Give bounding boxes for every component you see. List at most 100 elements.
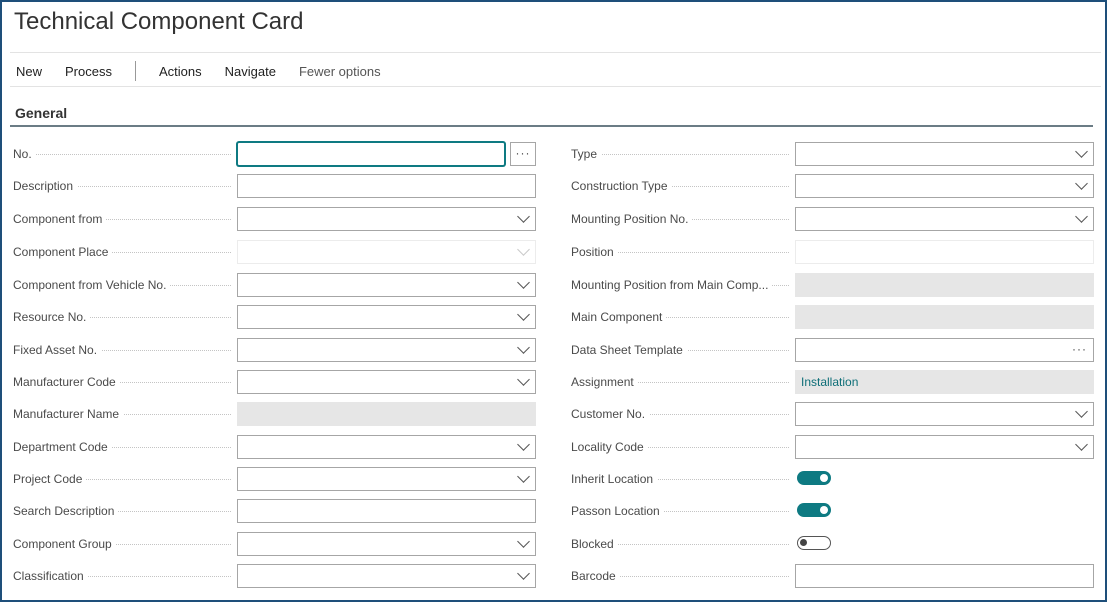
construction-type-select[interactable] <box>795 174 1094 198</box>
field-row-passon-location: Passon Location <box>571 499 1095 523</box>
project-code-select[interactable] <box>237 467 536 491</box>
field-row-component-place: Component Place <box>13 240 536 264</box>
resource-no-select[interactable] <box>237 305 536 329</box>
field-row-department-code: Department Code <box>13 435 536 459</box>
chevron-down-icon <box>517 373 530 386</box>
field-row-mounting-main: Mounting Position from Main Comp... <box>571 273 1095 297</box>
chevron-down-icon <box>517 341 530 354</box>
field-label: Component from Vehicle No. <box>13 278 171 292</box>
field-label: Classification <box>13 569 88 583</box>
blocked-toggle[interactable] <box>797 536 831 550</box>
section-title-general[interactable]: General <box>15 105 67 121</box>
field-row-position: Position <box>571 240 1095 264</box>
fewer-options-button[interactable]: Fewer options <box>299 64 381 79</box>
main-component-field <box>795 305 1094 329</box>
field-row-customer-no: Customer No. <box>571 402 1095 426</box>
field-row-main-component: Main Component <box>571 305 1095 329</box>
type-select[interactable] <box>795 142 1094 166</box>
chevron-down-icon <box>1075 210 1088 223</box>
no-input[interactable] <box>237 142 505 166</box>
customer-no-select[interactable] <box>795 402 1094 426</box>
field-row-barcode: Barcode <box>571 564 1095 588</box>
actions-button[interactable]: Actions <box>159 64 202 79</box>
chevron-down-icon <box>1075 177 1088 190</box>
component-group-select[interactable] <box>237 532 536 556</box>
field-row-resource-no: Resource No. <box>13 305 536 329</box>
field-label: Assignment <box>571 375 638 389</box>
barcode-input[interactable] <box>795 564 1094 588</box>
divider <box>10 52 1101 53</box>
lookup-button[interactable]: ··· <box>510 142 536 166</box>
chevron-down-icon <box>517 567 530 580</box>
field-label: Type <box>571 147 602 161</box>
chevron-down-icon <box>517 243 530 256</box>
locality-code-select[interactable] <box>795 435 1094 459</box>
field-label: Main Component <box>571 310 667 324</box>
manufacturer-code-select[interactable] <box>237 370 536 394</box>
manufacturer-name-field <box>237 402 536 426</box>
field-row-fixed-asset: Fixed Asset No. <box>13 338 536 362</box>
field-label: Blocked <box>571 537 618 551</box>
field-label: Mounting Position No. <box>571 212 693 226</box>
field-row-manufacturer-code: Manufacturer Code <box>13 370 536 394</box>
field-row-mounting-position: Mounting Position No. <box>571 207 1095 231</box>
component-place-select <box>237 240 536 264</box>
page-title: Technical Component Card <box>14 8 304 35</box>
field-row-component-from: Component from <box>13 207 536 231</box>
field-label: Data Sheet Template <box>571 343 687 357</box>
fixed-asset-select[interactable] <box>237 338 536 362</box>
field-row-inherit-location: Inherit Location <box>571 467 1095 491</box>
position-field <box>795 240 1094 264</box>
ellipsis-icon[interactable]: ··· <box>1072 339 1087 359</box>
mounting-main-field <box>795 273 1094 297</box>
field-label: Locality Code <box>571 440 648 454</box>
chevron-down-icon <box>517 438 530 451</box>
chevron-down-icon <box>1075 438 1088 451</box>
mounting-position-select[interactable] <box>795 207 1094 231</box>
field-label: Manufacturer Code <box>13 375 120 389</box>
field-row-type: Type <box>571 142 1095 166</box>
field-label: No. <box>13 147 36 161</box>
field-row-component-vehicle: Component from Vehicle No. <box>13 273 536 297</box>
field-label: Manufacturer Name <box>13 407 124 421</box>
chevron-down-icon <box>517 308 530 321</box>
department-code-select[interactable] <box>237 435 536 459</box>
process-button[interactable]: Process <box>65 64 112 79</box>
field-row-description: Description <box>13 174 536 198</box>
chevron-down-icon <box>517 276 530 289</box>
chevron-down-icon <box>1075 405 1088 418</box>
divider <box>10 125 1093 127</box>
passon-location-toggle[interactable] <box>797 503 831 517</box>
field-label: Barcode <box>571 569 620 583</box>
action-bar: New Process Actions Navigate Fewer optio… <box>16 61 404 81</box>
field-label: Description <box>13 179 78 193</box>
component-from-select[interactable] <box>237 207 536 231</box>
field-label: Resource No. <box>13 310 91 324</box>
chevron-down-icon <box>517 470 530 483</box>
chevron-down-icon <box>1075 145 1088 158</box>
field-row-assignment: Assignment Installation <box>571 370 1095 394</box>
description-input[interactable] <box>237 174 536 198</box>
field-label: Search Description <box>13 504 119 518</box>
field-label: Position <box>571 245 618 259</box>
classification-select[interactable] <box>237 564 536 588</box>
field-row-classification: Classification <box>13 564 536 588</box>
field-label: Department Code <box>13 440 112 454</box>
component-vehicle-select[interactable] <box>237 273 536 297</box>
field-row-data-sheet: Data Sheet Template ··· <box>571 338 1095 362</box>
field-row-blocked: Blocked <box>571 532 1095 556</box>
inherit-location-toggle[interactable] <box>797 471 831 485</box>
search-description-input[interactable] <box>237 499 536 523</box>
page-frame: Technical Component Card New Process Act… <box>0 0 1107 602</box>
field-label: Mounting Position from Main Comp... <box>571 278 773 292</box>
new-button[interactable]: New <box>16 64 42 79</box>
assignment-field: Installation <box>795 370 1094 394</box>
field-label: Construction Type <box>571 179 672 193</box>
data-sheet-input[interactable]: ··· <box>795 338 1094 362</box>
field-label: Customer No. <box>571 407 650 421</box>
field-label: Fixed Asset No. <box>13 343 102 357</box>
field-label: Component Group <box>13 537 116 551</box>
field-label: Component from <box>13 212 107 226</box>
field-row-construction-type: Construction Type <box>571 174 1095 198</box>
navigate-button[interactable]: Navigate <box>225 64 276 79</box>
